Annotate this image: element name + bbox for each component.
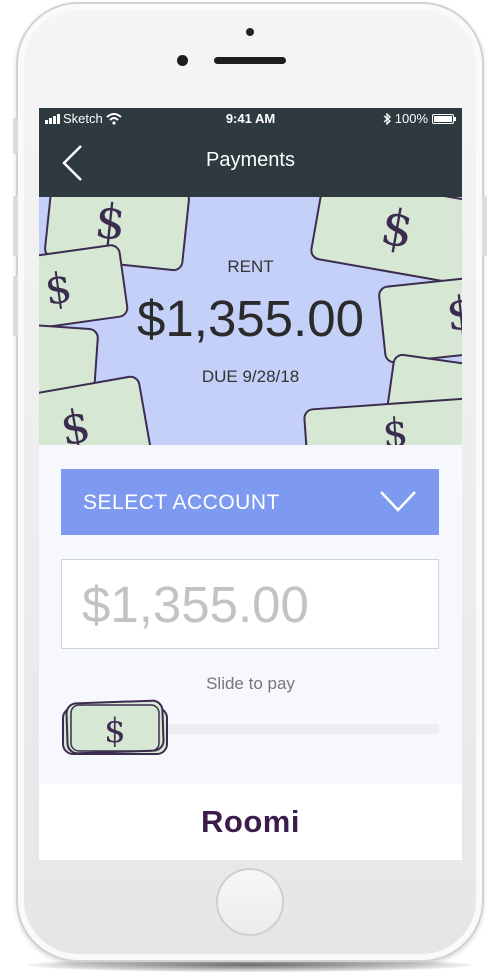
svg-text:$: $ bbox=[104, 711, 126, 751]
sensor-dot bbox=[246, 28, 254, 36]
battery-icon bbox=[432, 113, 456, 124]
status-right: 100% bbox=[383, 111, 456, 126]
bluetooth-icon bbox=[383, 112, 391, 125]
payment-amount-field[interactable] bbox=[61, 559, 439, 649]
dollar-sign: $ bbox=[381, 409, 410, 445]
payment-amount-input[interactable] bbox=[62, 560, 438, 648]
dollar-sign: $ bbox=[376, 197, 418, 260]
chevron-down-icon bbox=[380, 491, 416, 512]
money-stack-icon: $ bbox=[62, 699, 168, 755]
mute-switch bbox=[13, 118, 18, 154]
due-date: DUE 9/28/18 bbox=[201, 367, 300, 386]
select-account-label: SELECT ACCOUNT bbox=[83, 491, 280, 514]
dollar-sign: $ bbox=[56, 397, 95, 445]
volume-down-button bbox=[13, 276, 18, 336]
nav-bar: Payments bbox=[39, 129, 462, 197]
page-title: Payments bbox=[206, 149, 295, 171]
money-illustration: $ bbox=[302, 397, 462, 445]
front-camera bbox=[177, 55, 188, 66]
bill-amount: $1,355.00 bbox=[137, 290, 364, 347]
bill-label: RENT bbox=[227, 257, 274, 276]
status-bar: Sketch 9:41 AM 100% bbox=[39, 108, 462, 129]
slide-to-pay-handle[interactable]: $ bbox=[59, 696, 171, 765]
brand-logo: Roomi bbox=[201, 804, 300, 839]
slide-to-pay-label: Slide to pay bbox=[206, 674, 295, 693]
volume-up-button bbox=[13, 196, 18, 256]
select-account-dropdown[interactable]: SELECT ACCOUNT bbox=[61, 469, 439, 535]
footer: Roomi bbox=[39, 784, 462, 860]
earpiece-speaker bbox=[214, 57, 286, 64]
home-button[interactable] bbox=[216, 868, 284, 936]
power-button bbox=[482, 196, 487, 256]
battery-percent: 100% bbox=[394, 111, 428, 126]
rent-summary-banner: $ $ $ $ $ $ RENT $1,355.00 DUE 9/28/18 bbox=[39, 197, 462, 445]
app-screen: Sketch 9:41 AM 100% Payments $ $ $ $ $ $… bbox=[39, 108, 462, 860]
